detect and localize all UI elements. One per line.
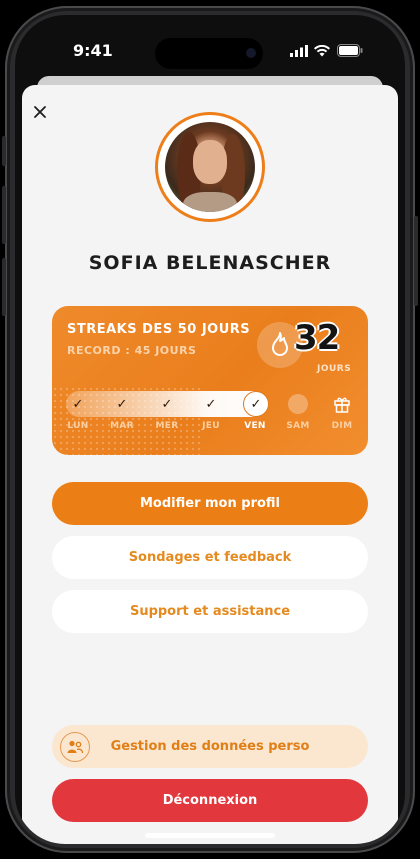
streak-count: 32	[294, 318, 340, 358]
status-time: 9:41	[73, 41, 113, 60]
profile-name: SOFIA BELENASCHER	[88, 252, 332, 274]
streak-count-unit: JOURS	[317, 364, 352, 374]
day-label: DIM	[331, 421, 353, 431]
logout-button[interactable]: Déconnexion	[52, 779, 368, 822]
day-label: VEN	[244, 421, 266, 431]
people-icon	[60, 732, 90, 762]
screen: 9:41 SOFIA BELENASCHER STREAKS DES 50 JO…	[15, 15, 405, 844]
profile-sheet: SOFIA BELENASCHER STREAKS DES 50 JOURS R…	[22, 85, 398, 844]
status-icons	[290, 43, 370, 59]
status-bar: 9:41	[15, 15, 405, 75]
avatar-photo	[165, 122, 255, 212]
day-label: LUN	[67, 421, 89, 431]
support-button[interactable]: Support et assistance	[52, 590, 368, 633]
personal-data-label: Gestion des données perso	[110, 739, 310, 754]
check-icon: ✓	[72, 396, 84, 412]
close-icon	[34, 106, 46, 118]
gift-icon	[330, 391, 354, 417]
personal-data-button[interactable]: Gestion des données perso	[52, 725, 368, 768]
streak-title: STREAKS DES 50 JOURS	[67, 322, 251, 337]
day-label: SAM	[286, 421, 310, 431]
edit-profile-button[interactable]: Modifier mon profil	[52, 482, 368, 525]
check-icon: ✓	[161, 396, 173, 412]
streak-record: RECORD : 45 JOURS	[67, 344, 197, 357]
action-button	[2, 136, 6, 166]
empty-circle-icon	[286, 391, 310, 417]
close-button[interactable]	[30, 102, 50, 122]
day-wed: ✓ MER	[149, 391, 185, 439]
day-label: MER	[155, 421, 179, 431]
surveys-feedback-button[interactable]: Sondages et feedback	[52, 536, 368, 579]
wifi-icon	[314, 45, 330, 57]
volume-down-button	[2, 258, 6, 316]
home-indicator[interactable]	[145, 833, 275, 838]
volume-up-button	[2, 186, 6, 244]
day-sun: DIM	[324, 391, 360, 439]
check-circle-icon: ✓	[243, 391, 269, 417]
check-icon: ✓	[116, 396, 128, 412]
avatar[interactable]	[155, 112, 265, 222]
day-mon: ✓ LUN	[60, 391, 96, 439]
day-label: JEU	[202, 421, 220, 431]
day-fri: ✓ VEN	[237, 391, 273, 439]
streak-card: STREAKS DES 50 JOURS RECORD : 45 JOURS 3…	[52, 306, 368, 455]
day-thu: ✓ JEU	[193, 391, 229, 439]
day-tue: ✓ MAR	[104, 391, 140, 439]
camera-icon	[246, 48, 256, 58]
battery-icon	[337, 44, 363, 57]
day-label: MAR	[110, 421, 134, 431]
check-icon: ✓	[205, 396, 217, 412]
day-sat: SAM	[280, 391, 316, 439]
power-button	[414, 216, 418, 306]
signal-icon	[290, 45, 308, 57]
